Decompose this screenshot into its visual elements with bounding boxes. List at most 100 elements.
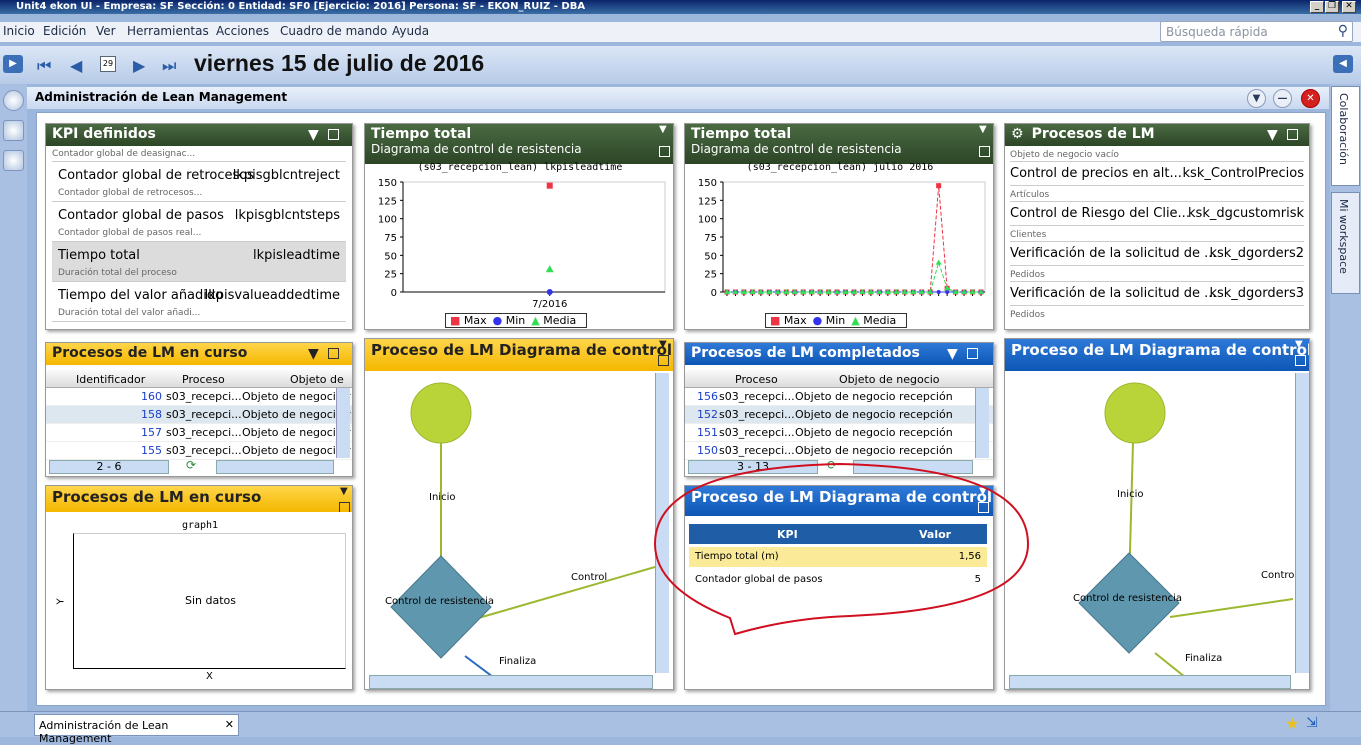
horizontal-scrollbar[interactable] xyxy=(369,675,653,689)
col-proceso[interactable]: Proceso xyxy=(182,373,225,386)
minimize-icon[interactable]: — xyxy=(1273,89,1292,108)
process-row[interactable]: Control de precios en alt... ksk_ControlP… xyxy=(1010,162,1304,186)
process-row[interactable]: Verificación de la solicitud de ... ksk_d… xyxy=(1010,242,1304,266)
dropdown-icon[interactable]: ▼ xyxy=(1247,89,1266,108)
kpi-name: Contador global de pasos xyxy=(58,208,224,223)
col-identificador[interactable]: Identificador xyxy=(76,373,145,386)
tab-lean-management[interactable]: Administración de Lean Management ✕ xyxy=(34,714,239,745)
close-window-button[interactable]: ✕ xyxy=(1342,1,1356,13)
start-node[interactable] xyxy=(1104,382,1166,444)
table-row[interactable]: 156 s03_recepci... Objeto de negocio recep… xyxy=(685,388,993,406)
vertical-scrollbar[interactable] xyxy=(975,388,989,458)
export-icon[interactable]: ⇲ xyxy=(1306,715,1318,731)
calendar-icon[interactable]: 29 xyxy=(100,56,116,72)
maximize-icon[interactable] xyxy=(328,129,339,140)
table-row[interactable]: 157 s03_recepci... Objeto de negocio r xyxy=(46,424,352,442)
maximize-icon[interactable] xyxy=(659,146,670,157)
pager[interactable]: 2 - 6 xyxy=(49,460,169,474)
maximize-icon[interactable] xyxy=(1295,355,1306,366)
menu-edicion[interactable]: Edición xyxy=(43,24,86,38)
chevron-down-icon[interactable]: ▼ xyxy=(659,339,667,350)
chevron-down-icon[interactable]: ▼ xyxy=(1295,339,1303,350)
vertical-scrollbar[interactable] xyxy=(1295,373,1309,673)
maximize-icon[interactable] xyxy=(1287,129,1298,140)
chevron-down-icon[interactable]: ▼ xyxy=(659,124,667,135)
col-proceso[interactable]: Proceso xyxy=(735,373,778,386)
maximize-icon[interactable] xyxy=(658,355,669,366)
plot-frame xyxy=(402,181,666,293)
kpi-row[interactable]: Contador global de pasos lkpisgblcntsteps… xyxy=(52,202,346,242)
chevron-down-icon[interactable]: ▼ xyxy=(308,127,319,143)
menu-herramientas[interactable]: Herramientas xyxy=(127,24,209,38)
maximize-icon[interactable] xyxy=(339,502,350,512)
process-name: Verificación de la solicitud de ... xyxy=(1010,246,1217,261)
table-row[interactable]: 158 s03_recepci... Objeto de negocio r xyxy=(46,406,352,424)
mail-icon[interactable] xyxy=(3,150,24,171)
restore-button[interactable]: ❐ xyxy=(1325,1,1339,13)
control-node[interactable] xyxy=(390,555,492,659)
quick-search-input[interactable]: Búsqueda rápida ⚲ xyxy=(1160,21,1353,42)
close-tab-icon[interactable]: ✕ xyxy=(225,718,234,731)
chevron-down-icon[interactable]: ▼ xyxy=(979,124,987,135)
table-row[interactable]: 160 s03_recepci... Objeto de negocio r xyxy=(46,388,352,406)
minimize-button[interactable]: _ xyxy=(1310,1,1324,13)
menu-cuadro-de-mando[interactable]: Cuadro de mando xyxy=(280,24,387,38)
legend-marker: ■ xyxy=(770,314,784,327)
play-icon[interactable]: ▶ xyxy=(3,55,23,73)
tab-mi-workspace[interactable]: Mi workspace xyxy=(1331,192,1360,294)
horizontal-scrollbar[interactable] xyxy=(216,460,334,474)
close-icon[interactable]: ✕ xyxy=(1301,89,1320,108)
y-tick-label: 150 xyxy=(698,178,717,189)
kpi-desc: Contador global de pasos real... xyxy=(58,228,202,238)
previous-date-icon[interactable]: ◀ xyxy=(70,56,82,75)
chevron-down-icon[interactable]: ▼ xyxy=(1267,127,1278,143)
legend-label: Media xyxy=(863,314,897,327)
kpi-code: lkpisvalueaddedtime xyxy=(204,288,340,303)
chart2-plot: 150 125 100 75 50 25 0 xyxy=(698,178,986,299)
chevron-down-icon[interactable]: ▼ xyxy=(340,486,348,497)
col-objeto[interactable]: Objeto de xyxy=(290,373,344,386)
diagram2-inicio: Inicio xyxy=(1117,489,1144,500)
refresh-icon[interactable]: ⟳ xyxy=(186,458,196,472)
process-row[interactable]: Control de Riesgo del Clie... ksk_dgcusto… xyxy=(1010,202,1304,226)
table-row[interactable]: 152 s03_recepci... Objeto de negocio recep… xyxy=(685,406,993,424)
home-icon[interactable] xyxy=(3,90,24,111)
favorite-star-icon[interactable]: ★ xyxy=(1285,714,1299,733)
left-toolbar xyxy=(0,84,27,714)
graph1-empty: Sin datos xyxy=(184,594,236,607)
completados-title: Procesos de LM completados xyxy=(691,345,920,361)
tab-colaboracion[interactable]: Colaboración xyxy=(1331,86,1360,186)
process-row[interactable]: Verificación de la solicitud de ... ksk_d… xyxy=(1010,282,1304,306)
collapse-panel-icon[interactable]: ◀ xyxy=(1333,55,1353,73)
table-row[interactable]: 155 s03_recepci... Objeto de negocio r xyxy=(46,442,352,460)
kpi-row[interactable]: Tiempo del valor añadido lkpisvalueaddedt… xyxy=(52,282,346,322)
id-cell: 152 xyxy=(697,408,718,421)
chevron-down-icon[interactable]: ▼ xyxy=(947,346,958,362)
kpi-defined-panel: KPI definidos ▼ Contador global de deasi… xyxy=(45,123,353,330)
search-icon[interactable]: ⚲ xyxy=(1338,23,1348,39)
maximize-icon[interactable] xyxy=(979,146,990,157)
menu-inicio[interactable]: Inicio xyxy=(3,24,35,38)
legend-marker: ● xyxy=(812,314,826,327)
table-row[interactable]: 151 s03_recepci... Objeto de negocio recep… xyxy=(685,424,993,442)
col-objeto-negocio[interactable]: Objeto de negocio xyxy=(839,373,940,386)
kpi-row[interactable]: Contador global de retrocesos lkpisgblcnt… xyxy=(52,162,346,202)
first-date-icon[interactable]: ⏮ xyxy=(37,56,51,76)
document-icon[interactable] xyxy=(3,120,24,141)
menu-ver[interactable]: Ver xyxy=(96,24,116,38)
chevron-down-icon[interactable]: ▼ xyxy=(308,346,319,362)
id-cell: 160 xyxy=(141,390,162,403)
menu-ayuda[interactable]: Ayuda xyxy=(392,24,429,38)
menu-acciones[interactable]: Acciones xyxy=(216,24,269,38)
kpi-row-selected[interactable]: Tiempo total lkpisleadtime Duración total … xyxy=(52,242,346,282)
start-node[interactable] xyxy=(410,382,472,444)
point-max xyxy=(546,182,553,189)
maximize-icon[interactable] xyxy=(328,348,339,359)
next-date-icon[interactable]: ▶ xyxy=(133,56,145,75)
maximize-icon[interactable] xyxy=(967,348,978,359)
process-name: Control de precios en alt... xyxy=(1010,166,1182,181)
tab-label: Administración de Lean Management xyxy=(39,719,169,745)
horizontal-scrollbar[interactable] xyxy=(1009,675,1291,689)
last-date-icon[interactable]: ⏭ xyxy=(162,56,176,76)
vertical-scrollbar[interactable] xyxy=(336,388,350,458)
